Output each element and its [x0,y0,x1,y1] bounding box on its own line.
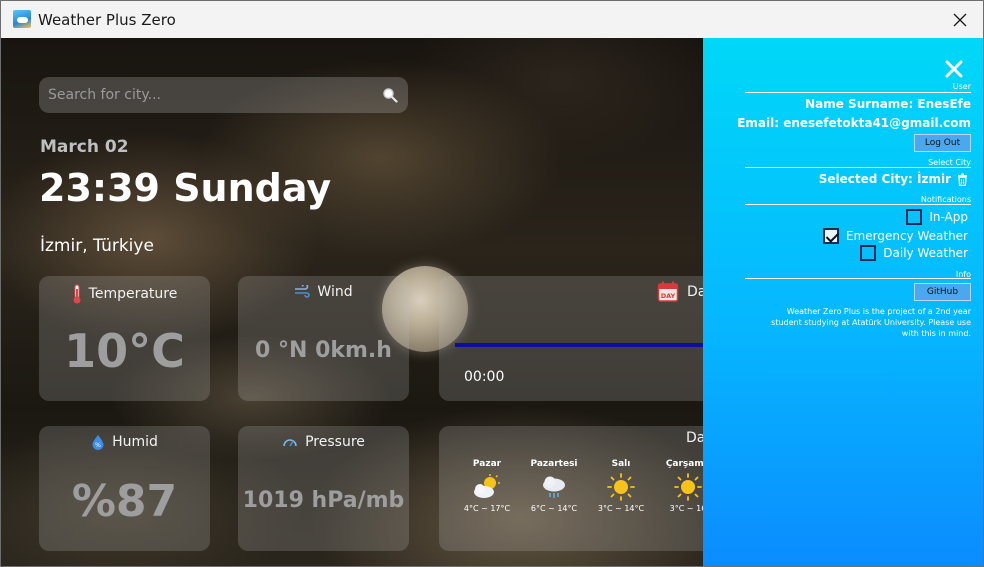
thermometer-icon [73,284,81,304]
forecast-day-name: Salı [611,459,631,469]
info-text: Weather Zero Plus is the project of a 2n… [771,307,971,338]
forecast-temp-range: 4°C ~ 17°C [463,504,511,513]
trash-icon[interactable] [957,173,968,186]
divider [745,167,971,168]
day-card: DAY Da 00:00 [439,276,719,401]
search-icon[interactable] [382,87,398,103]
svg-text:%: % [95,442,101,449]
app-weather-icon [13,10,31,28]
forecast-temp-range: 3°C ~ 14°C [597,504,645,513]
select-city-section-label: Select City [928,158,971,167]
user-email: Email: enesefetokta41@gmail.com [737,116,971,130]
search-box[interactable] [39,77,408,113]
user-name: Name Surname: EnesEfe [805,97,971,111]
weekly-forecast-card: Da Pazar 4°C ~ 17°C Pazartesi 6°C ~ 14°C… [439,426,719,551]
forecast-day: Pazartesi 6°C ~ 14°C [525,459,583,513]
notifications-section-label: Notifications [920,195,971,204]
divider [745,92,971,93]
selected-city: Selected City: İzmir [818,172,951,186]
inapp-checkbox-row[interactable]: In-App [906,209,968,225]
rain-cloud-icon [543,476,565,498]
github-button[interactable]: GitHub [914,283,971,301]
humid-value: %87 [71,476,178,527]
calendar-day-icon: DAY [657,281,679,302]
day-progress-time: 00:00 [464,369,505,385]
temperature-card: Temperature 10°C [39,276,210,401]
forecast-day-name: Pazar [472,459,502,469]
app-window: Weather Plus Zero March 02 23:39 Sunday … [0,0,984,567]
pressure-gauge-icon [283,439,297,447]
inapp-checkbox[interactable] [906,209,923,225]
wind-card: Wind 0 °N 0km.h [238,276,409,401]
forecast-temp-range: 6°C ~ 14°C [530,504,578,513]
emergency-checkbox-row[interactable]: Emergency Weather [822,228,968,244]
pressure-label: Pressure [305,434,365,450]
sun-icon [674,473,702,501]
window-title: Weather Plus Zero [38,11,176,29]
inapp-label: In-App [929,210,968,224]
temperature-label: Temperature [88,286,178,302]
current-date: March 02 [40,137,129,157]
wind-icon [295,285,311,298]
partly-cloudy-icon [474,474,500,498]
divider [745,278,971,279]
current-time-day: 23:39 Sunday [39,166,332,210]
emergency-weather-checkbox[interactable] [822,228,839,244]
forecast-day-name: Pazartesi [530,459,578,469]
pressure-value: 1019 hPa/mb [242,488,405,513]
title-bar[interactable]: Weather Plus Zero [1,1,983,38]
current-location: İzmir, Türkiye [40,236,154,256]
svg-text:DAY: DAY [661,292,676,300]
window-close-button[interactable] [937,1,983,38]
user-section-label: User [952,82,971,91]
humid-label: Humid [112,434,158,450]
daily-weather-checkbox[interactable] [860,245,877,261]
humidity-drop-icon: % [92,435,104,450]
day-progress-bar [455,343,715,347]
daily-checkbox-row[interactable]: Daily Weather [860,245,968,261]
pressure-card: Pressure 1019 hPa/mb [238,426,409,551]
emergency-weather-label: Emergency Weather [845,229,968,243]
wind-label: Wind [317,284,353,300]
temperature-value: 10°C [64,324,185,378]
daily-weather-label: Daily Weather [883,246,968,260]
divider [745,204,971,205]
forecast-day: Pazar 4°C ~ 17°C [458,459,516,513]
panel-close-icon[interactable] [945,60,963,78]
forecast-day: Salı 3°C ~ 14°C [592,459,650,513]
wind-value: 0 °N 0km.h [255,338,392,363]
humid-card: % Humid %87 [39,426,210,551]
user-side-panel: User Name Surname: EnesEfe Email: enesef… [703,38,983,566]
close-icon [953,13,967,26]
logout-button[interactable]: Log Out [914,134,971,152]
search-input[interactable] [48,87,368,103]
sun-icon [607,473,635,501]
